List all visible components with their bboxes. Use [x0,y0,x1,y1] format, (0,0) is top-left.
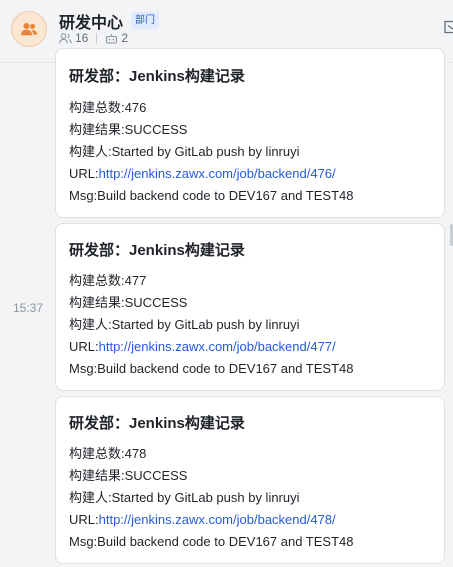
members-icon [59,32,72,43]
builder-line: 构建人:Started by GitLab push by linruyi [69,490,300,505]
message-time: 15:37 [13,301,44,315]
member-count[interactable]: 16 [75,31,88,45]
open-panel-icon [444,20,453,34]
open-panel-button[interactable] [444,20,453,39]
build-number-line: 构建总数:478 [69,446,147,461]
build-result-line: 构建结果:SUCCESS [69,122,188,137]
card-title: 研发部：Jenkins构建记录 [69,242,245,259]
build-result: SUCCESS [124,122,188,137]
build-msg: Build backend code to DEV167 and TEST48 [97,188,354,203]
build-url-link[interactable]: http://jenkins.zawx.com/job/backend/476/ [99,166,336,181]
group-avatar[interactable] [11,11,47,47]
builder: Started by GitLab push by linruyi [111,144,300,159]
build-msg: Build backend code to DEV167 and TEST48 [97,361,354,376]
group-icon [20,23,38,36]
msg-line: Msg:Build backend code to DEV167 and TES… [69,534,354,549]
build-number-line: 构建总数:476 [69,100,147,115]
build-result: SUCCESS [124,295,188,310]
builder: Started by GitLab push by linruyi [111,490,300,505]
build-result: SUCCESS [124,468,188,483]
build-result-line: 构建结果:SUCCESS [69,295,188,310]
url-line: URL:http://jenkins.zawx.com/job/backend/… [69,339,336,354]
builder: Started by GitLab push by linruyi [111,317,300,332]
msg-line: Msg:Build backend code to DEV167 and TES… [69,188,354,203]
card-title: 研发部：Jenkins构建记录 [69,68,245,85]
message-card[interactable]: 研发部：Jenkins构建记录 构建总数:478 构建结果:SUCCESS 构建… [55,396,445,564]
message-card[interactable]: 研发部：Jenkins构建记录 构建总数:477 构建结果:SUCCESS 构建… [55,223,445,391]
bot-icon [106,33,118,44]
message-card[interactable]: 研发部：Jenkins构建记录 构建总数:476 构建结果:SUCCESS 构建… [55,48,445,218]
msg-line: Msg:Build backend code to DEV167 and TES… [69,361,354,376]
department-tag: 部门 [131,12,159,29]
build-number: 476 [124,100,147,115]
card-title: 研发部：Jenkins构建记录 [69,415,245,432]
url-line: URL:http://jenkins.zawx.com/job/backend/… [69,166,336,181]
meta-divider [96,32,98,44]
build-msg: Build backend code to DEV167 and TEST48 [97,534,354,549]
build-url-link[interactable]: http://jenkins.zawx.com/job/backend/478/ [99,512,336,527]
bot-count[interactable]: 2 [121,31,128,45]
url-line: URL:http://jenkins.zawx.com/job/backend/… [69,512,336,527]
group-meta: 16 2 [59,31,128,45]
build-number: 477 [124,273,147,288]
build-result-line: 构建结果:SUCCESS [69,468,188,483]
group-title[interactable]: 研发中心 [59,9,123,33]
build-number-line: 构建总数:477 [69,273,147,288]
builder-line: 构建人:Started by GitLab push by linruyi [69,317,300,332]
build-url-link[interactable]: http://jenkins.zawx.com/job/backend/477/ [99,339,336,354]
builder-line: 构建人:Started by GitLab push by linruyi [69,144,300,159]
build-number: 478 [124,446,147,461]
